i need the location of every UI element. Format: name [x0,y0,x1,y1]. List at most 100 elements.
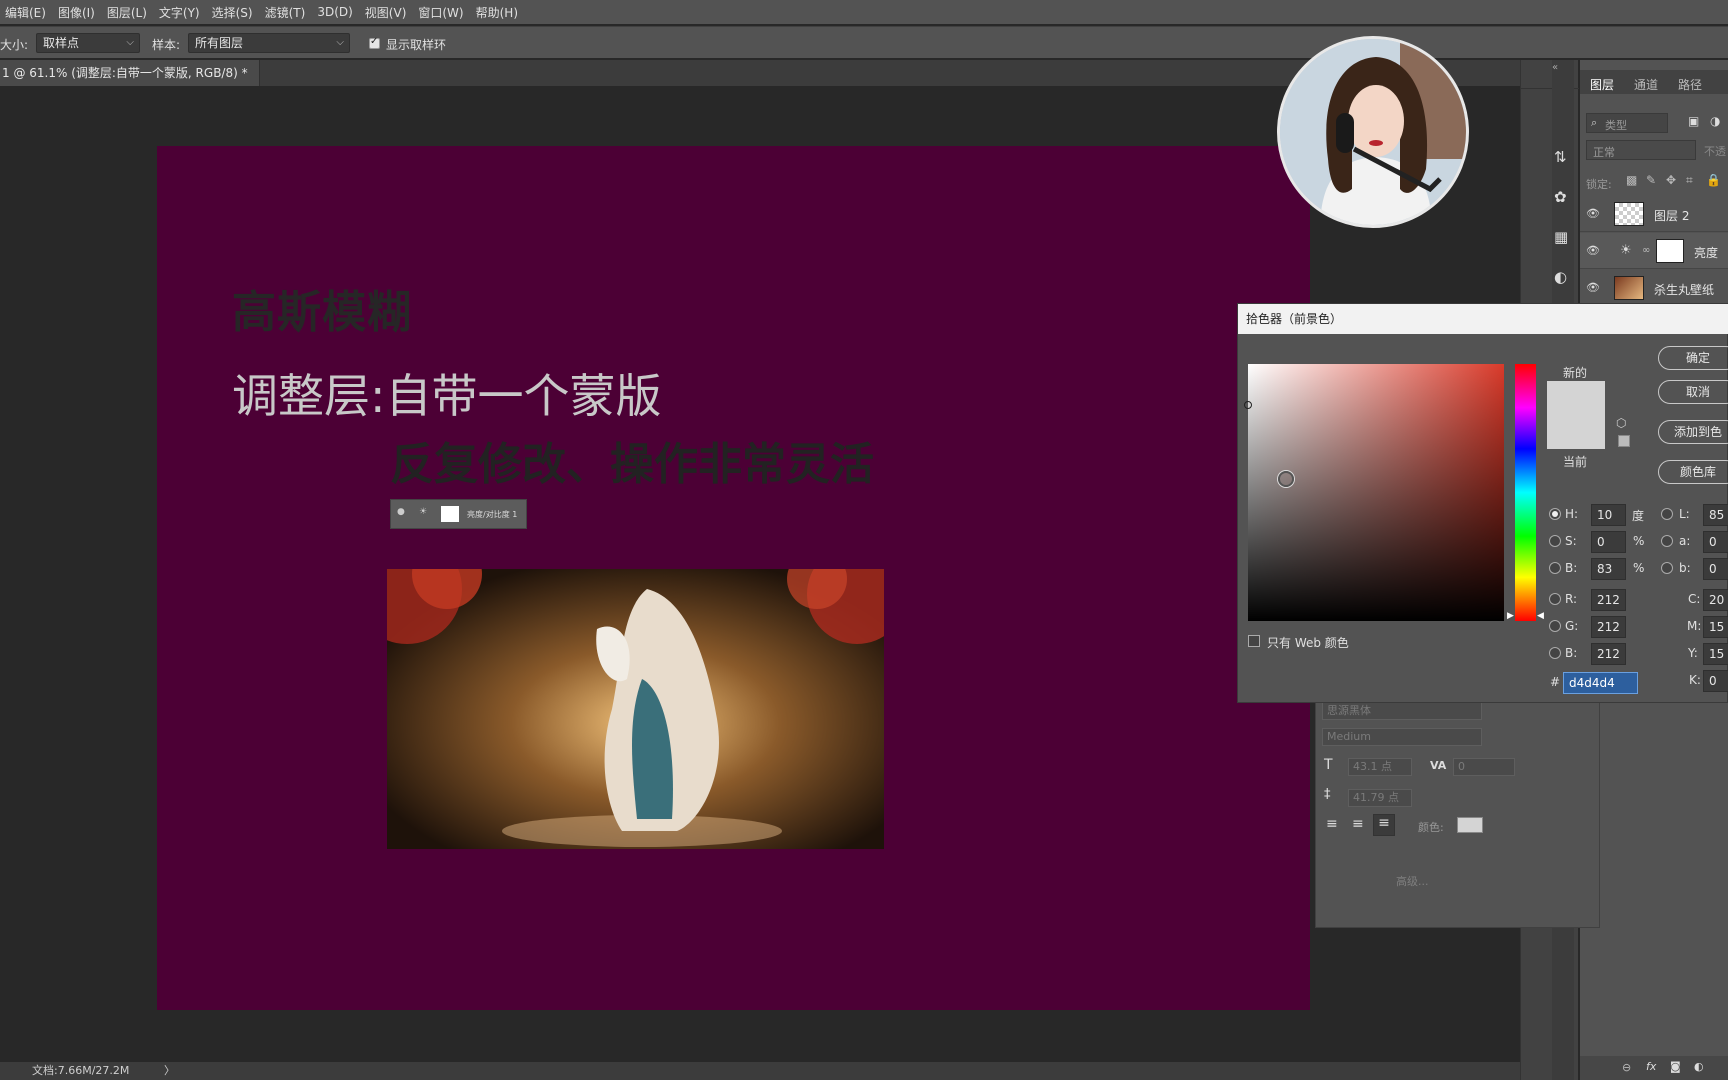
align-center-icon[interactable]: ≡ [1352,816,1364,832]
color-field[interactable] [1244,364,1504,621]
blend-mode-select[interactable]: 正常 [1586,140,1696,160]
hue-slider[interactable] [1515,364,1536,621]
menu-filter[interactable]: 滤镜(T) [260,4,313,21]
web-safe-swatch[interactable] [1618,435,1630,447]
tab-layers[interactable]: 图层 [1590,76,1614,93]
history-icon[interactable]: ⇅ [1554,148,1567,166]
g-radio[interactable] [1549,620,1561,632]
advanced-button[interactable]: 高级... [1396,873,1429,889]
eye-icon[interactable]: 👁 [1586,244,1600,257]
image-filter-icon[interactable]: ▣ [1688,114,1699,128]
hex-field[interactable]: d4d4d4 [1563,672,1638,694]
menu-select[interactable]: 选择(S) [207,4,260,21]
menu-layer[interactable]: 图层(L) [102,4,154,21]
show-ring-checkbox[interactable] [369,36,380,49]
canvas-text-gaussian-blur: 高斯模糊 [232,287,412,338]
h-radio[interactable] [1549,508,1561,520]
link-icon[interactable]: ∞ [1642,245,1650,256]
brush-settings-icon[interactable]: ✿ [1554,188,1567,206]
adjustments-icon[interactable]: ◐ [1554,268,1567,286]
wallpaper-image [387,569,884,849]
hue-slider-right-arrow[interactable]: ◀ [1537,611,1544,621]
h-field[interactable]: 10 [1591,504,1626,526]
c-label: C: [1688,592,1701,606]
tab-channels[interactable]: 通道 [1634,76,1658,93]
lock-transparent-icon[interactable]: ▩ [1626,173,1637,187]
fx-icon[interactable]: fx [1646,1060,1656,1073]
blue-field[interactable]: 212 [1591,643,1626,665]
font-family-select[interactable]: 思源黑体 [1322,702,1482,720]
tab-paths[interactable]: 路径 [1678,76,1702,93]
link-layers-icon[interactable]: ⊖ [1622,1061,1631,1074]
color-sample-cursor[interactable] [1278,471,1294,487]
mask-thumbnail[interactable] [1656,239,1684,263]
web-only-checkbox[interactable] [1248,635,1260,647]
menu-type[interactable]: 文字(Y) [154,4,207,21]
eye-icon[interactable]: 👁 [1586,281,1600,294]
add-mask-icon[interactable]: ◙ [1670,1060,1681,1073]
new-adjustment-icon[interactable]: ◐ [1694,1060,1704,1073]
grid-icon[interactable]: ▦ [1554,228,1568,246]
font-size-field[interactable]: 43.1 点 [1348,758,1412,776]
layer-row[interactable]: 👁 图层 2 [1580,196,1728,232]
text-color-swatch[interactable] [1457,817,1483,833]
lock-all-icon[interactable]: 🔒 [1706,173,1721,187]
layer-row[interactable]: 👁 ☀ ∞ 亮度 [1580,233,1728,269]
sample-size-select[interactable]: 取样点 ⌵ [36,33,140,53]
b-field[interactable]: 83 [1591,558,1626,580]
lock-label: 锁定: [1586,178,1612,191]
ok-button[interactable]: 确定 [1658,346,1728,370]
c-field[interactable]: 20 [1703,589,1728,611]
sample-size-value: 取样点 [43,36,80,50]
b-radio[interactable] [1549,562,1561,574]
r-radio[interactable] [1549,593,1561,605]
a-radio[interactable] [1661,535,1673,547]
l-field[interactable]: 85 [1703,504,1728,526]
menu-3d[interactable]: 3D(D) [312,5,359,19]
k-field[interactable]: 0 [1703,670,1728,692]
chevron-down-icon: ⌵ [336,37,344,48]
hue-slider-left-arrow[interactable]: ▶ [1507,611,1514,621]
align-left-icon[interactable]: ≡ [1326,816,1338,832]
align-right-icon[interactable]: ≡ [1373,814,1395,836]
m-field[interactable]: 15 [1703,616,1728,638]
y-field[interactable]: 15 [1703,643,1728,665]
s-radio[interactable] [1549,535,1561,547]
document-size[interactable]: 文档:7.66M/27.2M [32,1062,129,1080]
eye-icon[interactable]: 👁 [1586,207,1600,220]
blue-radio[interactable] [1549,647,1561,659]
adjustment-filter-icon[interactable]: ◑ [1710,114,1720,128]
r-field[interactable]: 212 [1591,589,1626,611]
leading-field[interactable]: 41.79 点 [1348,789,1412,807]
gamut-warning-icon[interactable]: ⬡ [1616,416,1626,430]
cancel-button[interactable]: 取消 [1658,380,1728,404]
collapse-arrows-icon[interactable]: « [1552,62,1558,73]
color-libraries-button[interactable]: 颜色库 [1658,460,1728,484]
document-canvas[interactable]: 高斯模糊 调整层:自带一个蒙版 反复修改、操作非常灵活 ● ☀ 亮度/对比度 1 [157,146,1310,1010]
menu-image[interactable]: 图像(I) [53,4,102,21]
lock-position-icon[interactable]: ✥ [1666,173,1676,187]
layer-filter-field[interactable]: ⌕ 类型 [1586,113,1668,133]
dialog-title[interactable]: 拾色器（前景色） [1238,304,1728,334]
kerning-field[interactable]: 0 [1453,758,1515,776]
s-field[interactable]: 0 [1591,531,1626,553]
add-to-swatches-button[interactable]: 添加到色 [1658,420,1728,444]
menu-edit[interactable]: 编辑(E) [0,4,53,21]
font-style-select[interactable]: Medium [1322,728,1482,746]
current-color-swatch[interactable] [1547,415,1605,449]
l-radio[interactable] [1661,508,1673,520]
menu-window[interactable]: 窗口(W) [413,4,470,21]
status-arrow-icon[interactable]: 〉 [164,1062,175,1080]
eye-icon: ● [397,507,405,517]
document-tab[interactable]: 1 @ 61.1% (调整层:自带一个蒙版, RGB/8) * × [0,60,260,106]
layer-row[interactable]: 👁 杀生丸壁纸 [1580,270,1728,306]
a-field[interactable]: 0 [1703,531,1728,553]
lab-b-radio[interactable] [1661,562,1673,574]
g-field[interactable]: 212 [1591,616,1626,638]
menu-view[interactable]: 视图(V) [360,4,414,21]
lock-artboard-icon[interactable]: ⌗ [1686,173,1693,188]
lab-b-field[interactable]: 0 [1703,558,1728,580]
menu-help[interactable]: 帮助(H) [471,4,525,21]
lock-pixels-icon[interactable]: ✎ [1646,173,1656,187]
sample-select[interactable]: 所有图层 ⌵ [188,33,350,53]
